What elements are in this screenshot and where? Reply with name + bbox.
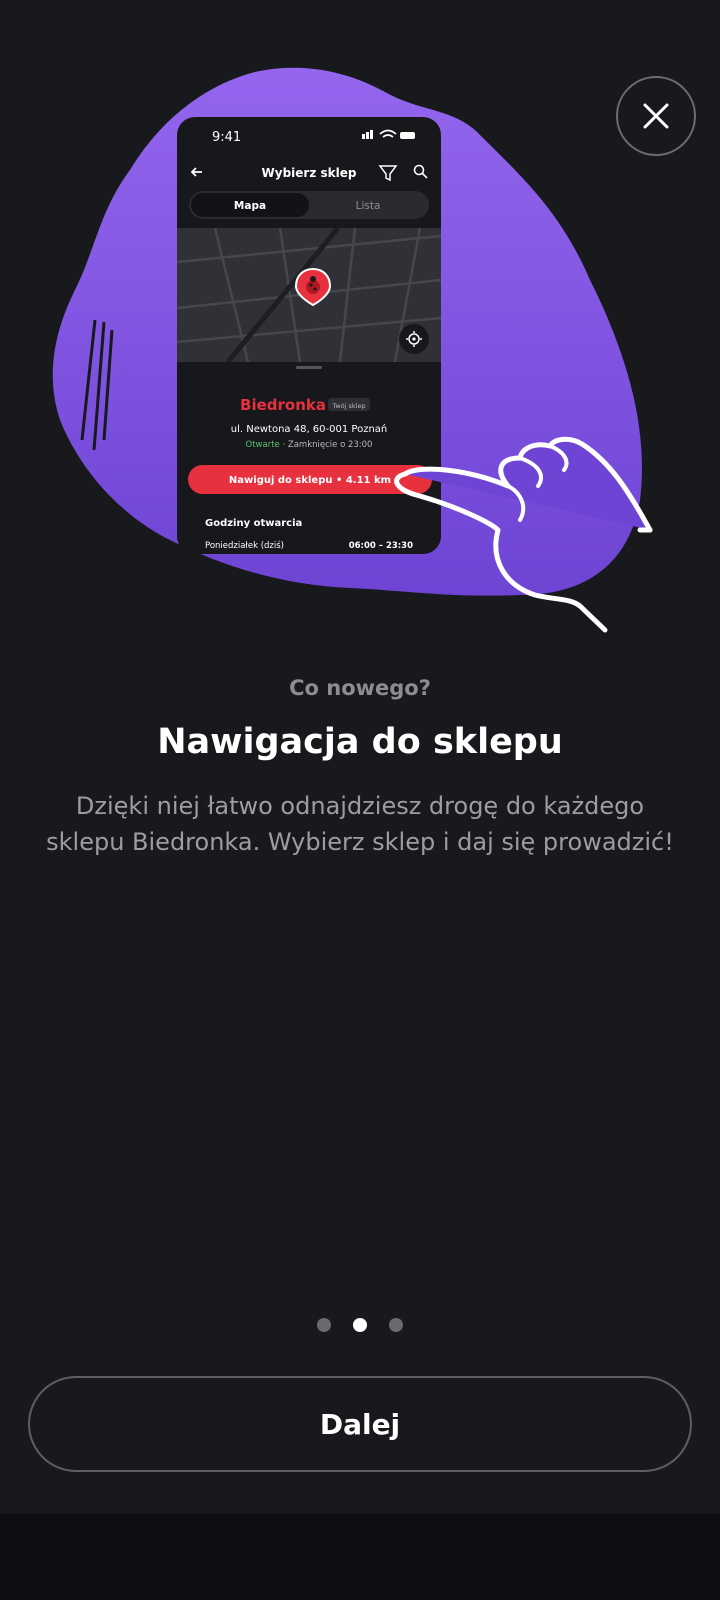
phone-hours-title: Godziny otwarcia [205,518,302,529]
phone-tab-mapa: Mapa [234,200,266,212]
pagination-dots [0,1318,720,1332]
feature-description: Dzięki niej łatwo odnajdziesz drogę do k… [46,792,674,856]
phone-tab-lista: Lista [356,200,381,212]
page-dot-2[interactable] [353,1318,367,1332]
page-dot-3[interactable] [389,1318,403,1332]
system-navigation-bar [0,1514,720,1600]
phone-hours-value: 06:00 – 23:30 [349,541,413,551]
phone-store-name: Biedronka [240,396,326,414]
svg-text:Otwarte · Zamknięcie o 23:00: Otwarte · Zamknięcie o 23:00 [246,440,373,450]
phone-store-badge: Twój sklep [331,402,365,410]
illustration: 9:41 Wybierz sklep Mapa Lista Biedronka … [52,67,653,633]
next-button[interactable]: Dalej [28,1376,692,1472]
phone-time: 9:41 [212,130,241,145]
close-icon [643,103,669,129]
phone-status-open: Otwarte [246,440,280,450]
phone-hours-day: Poniedziałek (dziś) [205,540,284,551]
page-dot-1[interactable] [317,1318,331,1332]
whats-new-label: Co nowego? [289,676,431,700]
phone-status-rest: · Zamknięcie o 23:00 [280,440,373,450]
close-button[interactable] [616,76,696,156]
feature-title: Nawigacja do sklepu [157,722,563,762]
phone-navigate-label: Nawiguj do sklepu • 4.11 km [229,475,391,486]
locate-icon [399,324,429,354]
phone-address: ul. Newtona 48, 60-001 Poznań [231,423,388,435]
phone-header-title: Wybierz sklep [262,166,357,180]
